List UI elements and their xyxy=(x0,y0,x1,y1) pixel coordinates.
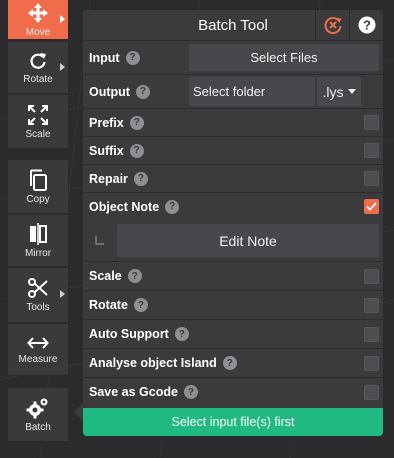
repair-help-icon[interactable]: ? xyxy=(133,171,148,186)
prefix-help-icon[interactable]: ? xyxy=(129,115,144,130)
move-label: Move xyxy=(25,26,51,38)
auto-support-checkbox[interactable] xyxy=(364,326,379,342)
object-note-checkbox[interactable] xyxy=(364,199,379,214)
object-note-row: Object Note? xyxy=(83,192,383,220)
scale-help-icon[interactable]: ? xyxy=(127,269,142,283)
output-row: Output? Select folder .lys xyxy=(83,74,383,108)
panel-pointer xyxy=(74,403,83,421)
svg-text:?: ? xyxy=(363,18,371,33)
object-note-label: Object Note xyxy=(89,199,160,214)
close-icon xyxy=(324,17,341,35)
copy-icon xyxy=(30,169,47,191)
scale-label: Scale xyxy=(25,128,51,140)
panel-header: Batch Tool ? xyxy=(83,10,383,40)
batch-tool-button[interactable]: Batch xyxy=(8,388,68,442)
object-note-help-icon[interactable]: ? xyxy=(165,199,180,214)
auto-support-help-icon[interactable]: ? xyxy=(174,327,189,341)
auto-support-label: Auto Support xyxy=(89,327,169,341)
suffix-label: Suffix xyxy=(89,143,124,158)
extension-dropdown[interactable]: .lys xyxy=(317,77,361,106)
repair-row: Repair? xyxy=(83,164,383,192)
move-submenu-arrow xyxy=(60,14,65,23)
move-icon xyxy=(28,2,48,23)
start-batch-button[interactable]: Select input file(s) first xyxy=(83,408,383,436)
scale-row: Scale? xyxy=(83,261,383,290)
copy-label: Copy xyxy=(26,193,50,205)
checkmark-icon xyxy=(366,202,377,211)
indent-corner-icon xyxy=(95,236,104,245)
scale-option-label: Scale xyxy=(89,269,122,283)
prefix-label: Prefix xyxy=(89,115,124,130)
mirror-icon xyxy=(30,222,47,245)
mirror-tool-button[interactable]: Mirror xyxy=(8,215,68,267)
measure-icon xyxy=(27,336,49,349)
save-gcode-checkbox[interactable] xyxy=(364,384,379,400)
rotate-row: Rotate? xyxy=(83,290,383,319)
input-label: Input xyxy=(89,50,120,65)
suffix-checkbox[interactable] xyxy=(364,143,379,158)
select-folder-button[interactable]: Select folder xyxy=(189,77,315,106)
output-help-icon[interactable]: ? xyxy=(135,84,150,99)
rotate-icon xyxy=(30,52,46,69)
auto-support-row: Auto Support? xyxy=(83,319,383,348)
measure-tool-button[interactable]: Measure xyxy=(8,324,68,376)
help-icon: ? xyxy=(358,16,375,34)
gears-icon xyxy=(26,398,48,418)
cancel-batch-button[interactable] xyxy=(315,10,349,40)
scissors-icon xyxy=(28,278,48,298)
rotate-help-icon[interactable]: ? xyxy=(133,298,148,312)
panel-title: Batch Tool xyxy=(198,16,268,34)
save-gcode-label: Save as Gcode xyxy=(89,385,178,399)
repair-label: Repair xyxy=(89,171,128,186)
batch-tool-panel: Batch Tool ? Input? Select Files Output?… xyxy=(83,10,383,436)
save-gcode-row: Save as Gcode? xyxy=(83,377,383,406)
scale-checkbox[interactable] xyxy=(364,268,379,284)
analyse-island-row: Analyse object Island? xyxy=(83,348,383,377)
prefix-checkbox[interactable] xyxy=(364,115,379,130)
select-files-button[interactable]: Select Files xyxy=(189,44,379,71)
rotate-tool-button[interactable]: Rotate xyxy=(8,42,68,94)
prefix-row: Prefix? xyxy=(83,108,383,136)
rotate-label: Rotate xyxy=(23,73,53,85)
scale-tool-button[interactable]: Scale xyxy=(8,95,68,149)
mirror-label: Mirror xyxy=(24,247,52,259)
tools-label: Tools xyxy=(26,302,50,313)
copy-tool-button[interactable]: Copy xyxy=(8,160,68,214)
measure-label: Measure xyxy=(18,353,58,365)
input-row: Input? Select Files xyxy=(83,40,383,74)
rotate-checkbox[interactable] xyxy=(364,297,379,313)
move-tool-button[interactable]: Move xyxy=(8,0,68,40)
chevron-down-icon xyxy=(347,89,356,94)
tools-submenu-arrow xyxy=(60,290,65,298)
rotate-submenu-arrow xyxy=(60,62,65,71)
batch-label: Batch xyxy=(25,421,51,433)
analyse-island-checkbox[interactable] xyxy=(364,355,379,371)
input-help-icon[interactable]: ? xyxy=(125,50,140,65)
suffix-help-icon[interactable]: ? xyxy=(129,143,144,158)
tools-menu-button[interactable]: Tools xyxy=(8,268,68,323)
extension-value: .lys xyxy=(322,83,344,100)
analyse-island-label: Analyse object Island xyxy=(89,356,217,370)
scale-icon xyxy=(28,104,48,125)
edit-note-button[interactable]: Edit Note xyxy=(117,224,379,257)
help-button[interactable]: ? xyxy=(349,10,383,40)
analyse-island-help-icon[interactable]: ? xyxy=(222,356,237,370)
suffix-row: Suffix? xyxy=(83,136,383,164)
repair-checkbox[interactable] xyxy=(364,171,379,186)
save-gcode-help-icon[interactable]: ? xyxy=(183,385,198,399)
rotate-option-label: Rotate xyxy=(89,298,128,312)
output-label: Output xyxy=(89,84,130,99)
